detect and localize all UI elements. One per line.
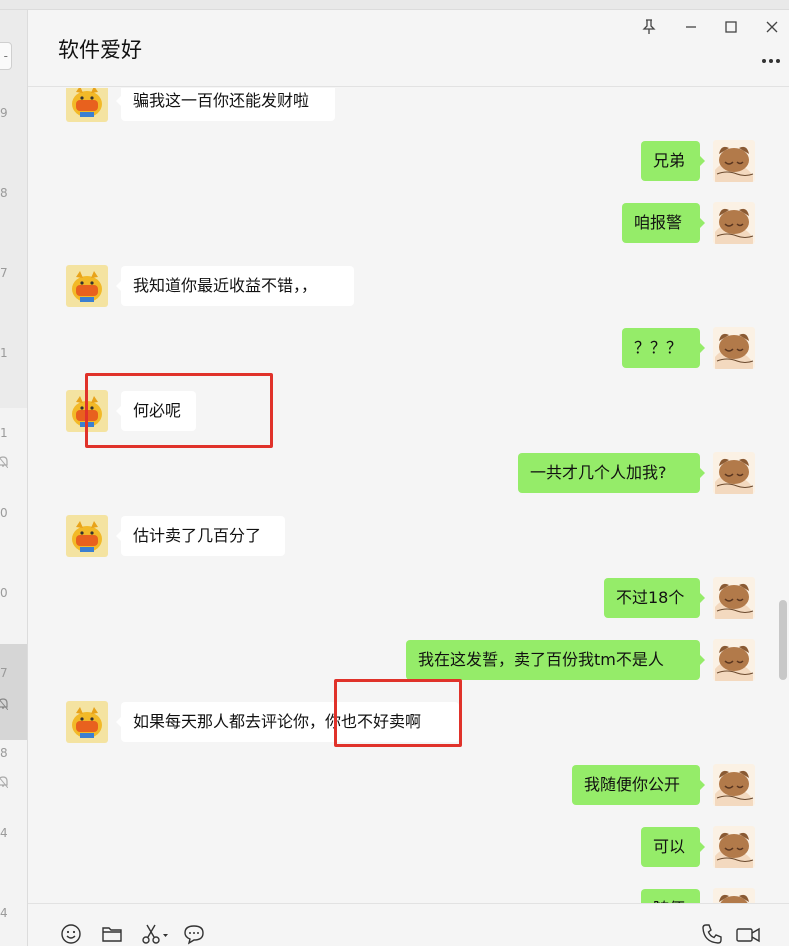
received-message: 骗我这一百你还能发财啦 bbox=[28, 88, 789, 122]
message-bubble[interactable]: 骗我这一百你还能发财啦 bbox=[116, 88, 335, 121]
message-bubble[interactable]: ？？？ bbox=[622, 328, 705, 368]
phone-icon[interactable] bbox=[700, 922, 724, 946]
sent-message: 可以 bbox=[28, 826, 789, 868]
sent-message: 不过18个 bbox=[28, 577, 789, 619]
my-avatar[interactable] bbox=[713, 639, 755, 681]
sent-message: 我随便你公开 bbox=[28, 764, 789, 806]
message-bubble[interactable]: 估计卖了几百分了 bbox=[116, 516, 285, 556]
pin-icon[interactable] bbox=[638, 16, 660, 38]
input-toolbar bbox=[28, 903, 789, 946]
list-digit: 8 bbox=[0, 186, 8, 200]
list-digit: 8 bbox=[0, 746, 8, 760]
chat-bubble-icon[interactable] bbox=[182, 922, 206, 946]
list-segment-selected bbox=[0, 644, 27, 740]
my-avatar[interactable] bbox=[713, 452, 755, 494]
message-bubble[interactable]: 我随便你公开 bbox=[572, 765, 705, 805]
received-message: 何必呢 bbox=[28, 390, 789, 432]
message-bubble[interactable]: 不过18个 bbox=[604, 578, 705, 618]
sent-message: 咱报警 bbox=[28, 202, 789, 244]
scissors-icon[interactable] bbox=[140, 922, 170, 946]
my-avatar[interactable] bbox=[713, 327, 755, 369]
conversation-list-edge[interactable]: - 9 8 7 1 1 0 0 7 8 4 4 bbox=[0, 10, 28, 946]
contact-avatar[interactable] bbox=[66, 701, 108, 743]
mute-icon bbox=[0, 698, 8, 710]
list-digit: 4 bbox=[0, 826, 8, 840]
list-segment-mid bbox=[0, 408, 27, 644]
my-avatar[interactable] bbox=[713, 764, 755, 806]
message-bubble[interactable]: 随便 bbox=[641, 889, 700, 903]
message-bubble[interactable]: 我知道你最近收益不错，， bbox=[116, 266, 354, 306]
contact-avatar[interactable] bbox=[66, 390, 108, 432]
contact-avatar[interactable] bbox=[66, 515, 108, 557]
more-options-icon[interactable] bbox=[761, 54, 781, 64]
message-bubble[interactable]: 兄弟 bbox=[641, 141, 705, 181]
contact-avatar[interactable] bbox=[66, 265, 108, 307]
emoji-icon[interactable] bbox=[59, 922, 83, 946]
message-bubble[interactable]: 何必呢 bbox=[116, 391, 196, 431]
message-bubble[interactable]: 可以 bbox=[641, 827, 705, 867]
chat-title: 软件爱好 bbox=[58, 38, 142, 62]
sent-message: ？？？ bbox=[28, 327, 789, 369]
my-avatar[interactable] bbox=[713, 202, 755, 244]
my-avatar[interactable] bbox=[713, 826, 755, 868]
list-digit: 4 bbox=[0, 906, 8, 920]
list-digit: 9 bbox=[0, 106, 8, 120]
add-button[interactable]: - bbox=[0, 42, 12, 70]
received-message: 我知道你最近收益不错，， bbox=[28, 265, 789, 307]
message-bubble[interactable]: 咱报警 bbox=[622, 203, 705, 243]
my-avatar[interactable] bbox=[713, 577, 755, 619]
contact-avatar[interactable] bbox=[66, 88, 108, 122]
my-avatar[interactable] bbox=[713, 140, 755, 182]
message-bubble[interactable]: 一共才几个人加我? bbox=[518, 453, 705, 493]
video-icon[interactable] bbox=[734, 922, 762, 946]
list-digit: 7 bbox=[0, 666, 8, 680]
close-icon[interactable] bbox=[761, 16, 783, 38]
minimize-icon[interactable] bbox=[680, 16, 702, 38]
list-digit: 0 bbox=[0, 586, 8, 600]
mute-icon bbox=[0, 776, 8, 788]
sent-message: 兄弟 bbox=[28, 140, 789, 182]
list-digit: 0 bbox=[0, 506, 8, 520]
message-bubble[interactable]: 如果每天那人都去评论你，你也不好卖啊 bbox=[116, 702, 459, 742]
message-bubble[interactable]: 我在这发誓，卖了百份我tm不是人 bbox=[406, 640, 705, 680]
mute-icon bbox=[0, 456, 8, 468]
sent-message: 我在这发誓，卖了百份我tm不是人 bbox=[28, 639, 789, 681]
received-message: 估计卖了几百分了 bbox=[28, 515, 789, 557]
received-message: 如果每天那人都去评论你，你也不好卖啊 bbox=[28, 701, 789, 743]
maximize-icon[interactable] bbox=[720, 16, 742, 38]
list-digit: 1 bbox=[0, 426, 8, 440]
sent-message: 一共才几个人加我? bbox=[28, 452, 789, 494]
my-avatar[interactable] bbox=[713, 888, 755, 903]
folder-icon[interactable] bbox=[100, 922, 124, 946]
scrollbar-thumb[interactable] bbox=[779, 600, 787, 680]
sent-message: 随便 bbox=[28, 888, 789, 903]
chat-window: - 9 8 7 1 1 0 0 7 8 4 4 软件爱好 骗我这一百你还能发财啦… bbox=[0, 0, 789, 946]
message-list[interactable]: 骗我这一百你还能发财啦兄弟咱报警我知道你最近收益不错，， ？？？ 何必呢一共才几个人… bbox=[28, 88, 789, 903]
list-digit: 1 bbox=[0, 346, 8, 360]
list-digit: 7 bbox=[0, 266, 8, 280]
chat-header: 软件爱好 bbox=[28, 10, 789, 87]
top-strip bbox=[0, 0, 789, 10]
